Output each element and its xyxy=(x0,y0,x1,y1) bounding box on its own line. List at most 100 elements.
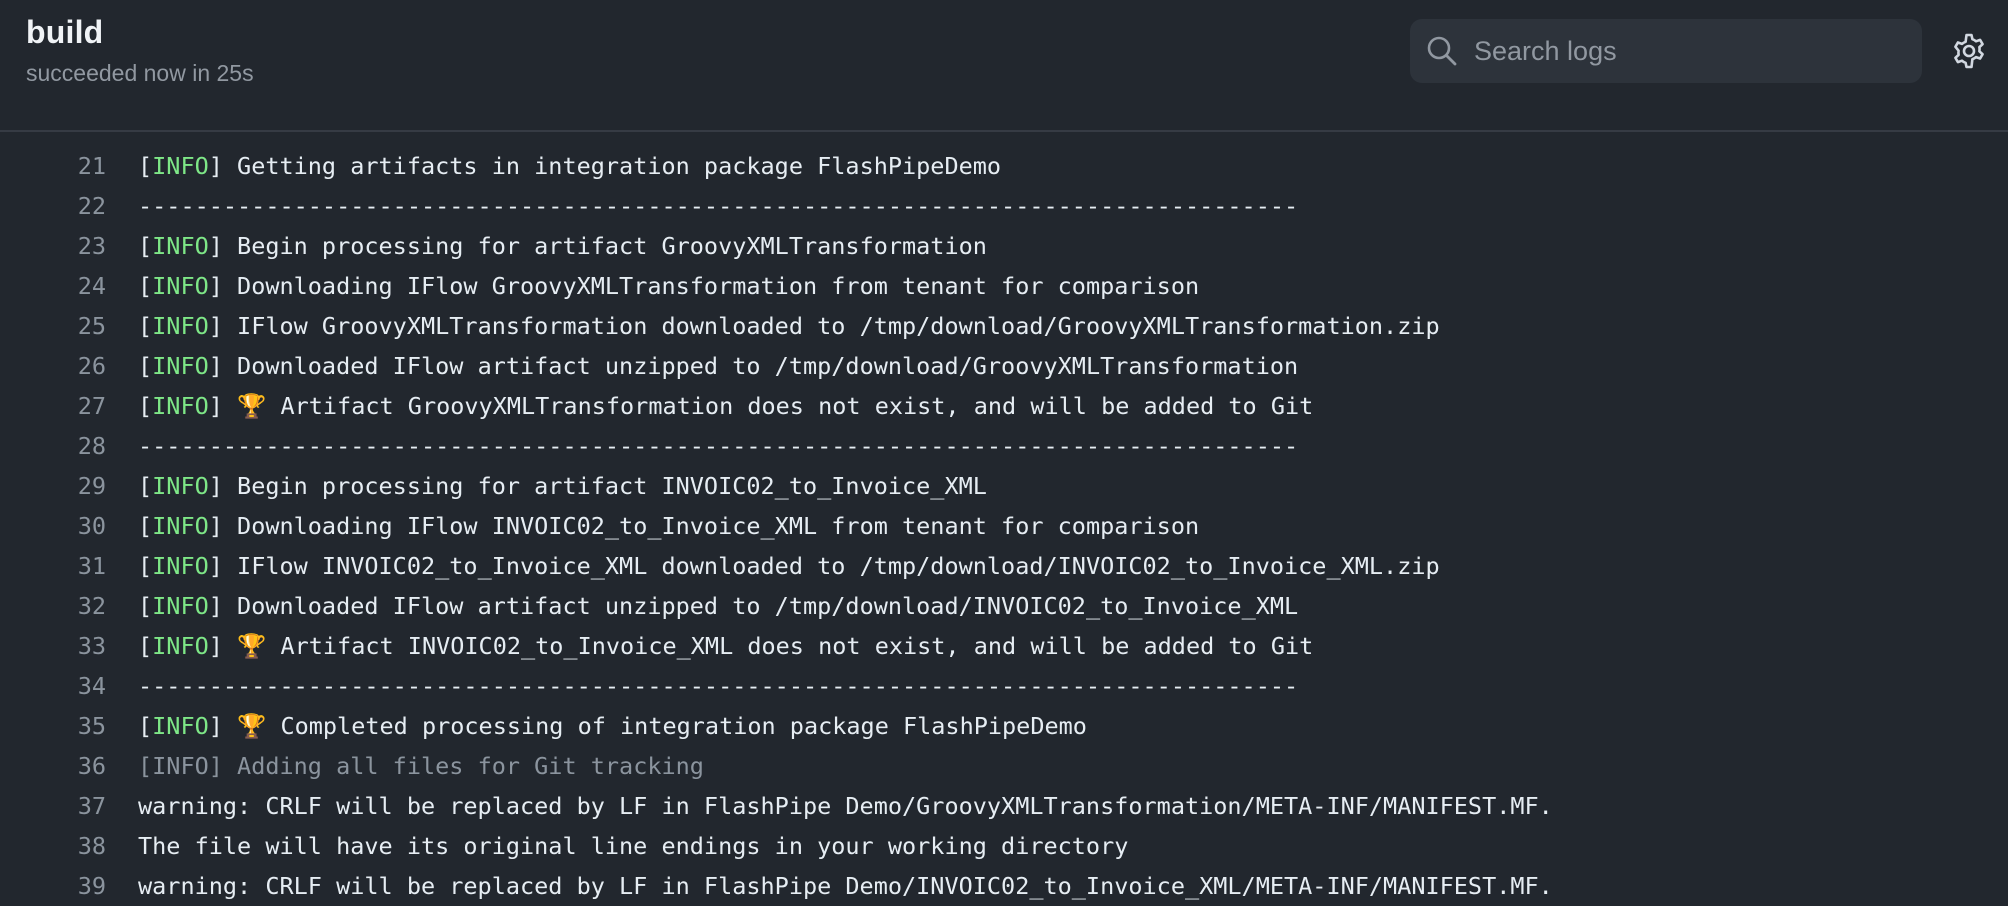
info-tag: INFO xyxy=(152,272,209,300)
log-text: [INFO] 🏆 Artifact INVOIC02_to_Invoice_XM… xyxy=(138,632,1314,660)
log-text: ----------------------------------------… xyxy=(138,666,1298,706)
log-line: 28 --------------------------------------… xyxy=(0,426,2008,466)
log-text: ----------------------------------------… xyxy=(138,186,1298,226)
log-output: 21 [INFO] Getting artifacts in integratio… xyxy=(0,146,2008,906)
line-number[interactable]: 36 xyxy=(40,746,106,786)
info-tag: INFO xyxy=(152,152,209,180)
log-message: Artifact GroovyXMLTransformation does no… xyxy=(280,392,1314,420)
settings-button[interactable] xyxy=(1950,32,1988,70)
trophy-icon: 🏆 xyxy=(237,632,267,660)
log-message: Getting artifacts in integration package… xyxy=(237,152,1002,180)
log-text: [INFO] Begin processing for artifact Gro… xyxy=(138,232,987,260)
log-message: Downloading IFlow GroovyXMLTransformatio… xyxy=(237,272,1200,300)
line-number[interactable]: 29 xyxy=(40,466,106,506)
log-text: The file will have its original line end… xyxy=(138,826,1128,866)
job-status: succeeded now in 25s xyxy=(26,60,254,86)
log-line: 29 [INFO] Begin processing for artifact I… xyxy=(0,466,2008,506)
log-line: 30 [INFO] Downloading IFlow INVOIC02_to_I… xyxy=(0,506,2008,546)
info-tag: INFO xyxy=(152,512,209,540)
search-box[interactable] xyxy=(1410,19,1922,83)
log-line: 22 --------------------------------------… xyxy=(0,186,2008,226)
line-number[interactable]: 37 xyxy=(40,786,106,826)
line-number[interactable]: 31 xyxy=(40,546,106,586)
gear-icon xyxy=(1950,33,1988,74)
search-input[interactable] xyxy=(1474,19,1904,83)
search-icon xyxy=(1426,35,1458,67)
log-text: warning: CRLF will be replaced by LF in … xyxy=(138,786,1553,826)
line-number[interactable]: 21 xyxy=(40,146,106,186)
line-number[interactable]: 28 xyxy=(40,426,106,466)
log-message: Downloaded IFlow artifact unzipped to /t… xyxy=(237,352,1299,380)
log-text: [INFO] Downloading IFlow INVOIC02_to_Inv… xyxy=(138,512,1200,540)
log-line: 37 warning: CRLF will be replaced by LF i… xyxy=(0,786,2008,826)
line-number[interactable]: 22 xyxy=(40,186,106,226)
info-tag: INFO xyxy=(152,472,209,500)
line-number[interactable]: 32 xyxy=(40,586,106,626)
log-message: Begin processing for artifact INVOIC02_t… xyxy=(237,472,987,500)
log-text: [INFO] Downloaded IFlow artifact unzippe… xyxy=(138,592,1299,620)
log-text: [INFO] IFlow GroovyXMLTransformation dow… xyxy=(138,312,1440,340)
log-message: IFlow INVOIC02_to_Invoice_XML downloaded… xyxy=(237,552,1440,580)
log-line: 33 [INFO] 🏆 Artifact INVOIC02_to_Invoice_… xyxy=(0,626,2008,666)
line-number[interactable]: 33 xyxy=(40,626,106,666)
log-line: 38 The file will have its original line e… xyxy=(0,826,2008,866)
log-message: Artifact INVOIC02_to_Invoice_XML does no… xyxy=(280,632,1314,660)
trophy-icon: 🏆 xyxy=(237,712,267,740)
log-message: Adding all files for Git tracking xyxy=(237,752,704,780)
info-tag: INFO xyxy=(152,232,209,260)
log-message: Completed processing of integration pack… xyxy=(280,712,1087,740)
info-tag: INFO xyxy=(152,392,209,420)
log-message: ----------------------------------------… xyxy=(138,192,1299,220)
log-line: 21 [INFO] Getting artifacts in integratio… xyxy=(0,146,2008,186)
log-message: The file will have its original line end… xyxy=(138,832,1129,860)
line-number[interactable]: 25 xyxy=(40,306,106,346)
log-text: [INFO] IFlow INVOIC02_to_Invoice_XML dow… xyxy=(138,552,1440,580)
log-text: warning: CRLF will be replaced by LF in … xyxy=(138,866,1553,906)
log-text: [INFO] Adding all files for Git tracking xyxy=(138,752,704,780)
log-message: IFlow GroovyXMLTransformation downloaded… xyxy=(237,312,1440,340)
log-message: ----------------------------------------… xyxy=(138,432,1299,460)
log-message: warning: CRLF will be replaced by LF in … xyxy=(138,872,1553,900)
log-line: 34 --------------------------------------… xyxy=(0,666,2008,706)
line-number[interactable]: 23 xyxy=(40,226,106,266)
log-line: 32 [INFO] Downloaded IFlow artifact unzip… xyxy=(0,586,2008,626)
log-line: 39 warning: CRLF will be replaced by LF i… xyxy=(0,866,2008,906)
log-message: warning: CRLF will be replaced by LF in … xyxy=(138,792,1553,820)
log-message: ----------------------------------------… xyxy=(138,672,1299,700)
log-message: Downloading IFlow INVOIC02_to_Invoice_XM… xyxy=(237,512,1200,540)
line-number[interactable]: 24 xyxy=(40,266,106,306)
line-number[interactable]: 38 xyxy=(40,826,106,866)
job-header: build succeeded now in 25s xyxy=(0,0,2008,132)
log-text: [INFO] Downloaded IFlow artifact unzippe… xyxy=(138,352,1299,380)
trophy-icon: 🏆 xyxy=(237,392,267,420)
info-tag: INFO xyxy=(152,352,209,380)
log-line: 25 [INFO] IFlow GroovyXMLTransformation d… xyxy=(0,306,2008,346)
line-number[interactable]: 30 xyxy=(40,506,106,546)
line-number[interactable]: 27 xyxy=(40,386,106,426)
line-number[interactable]: 39 xyxy=(40,866,106,906)
log-message: Downloaded IFlow artifact unzipped to /t… xyxy=(237,592,1299,620)
log-text: ----------------------------------------… xyxy=(138,426,1298,466)
log-message: Begin processing for artifact GroovyXMLT… xyxy=(237,232,987,260)
log-line: 23 [INFO] Begin processing for artifact G… xyxy=(0,226,2008,266)
log-line: 31 [INFO] IFlow INVOIC02_to_Invoice_XML d… xyxy=(0,546,2008,586)
line-number[interactable]: 35 xyxy=(40,706,106,746)
info-tag: INFO xyxy=(152,592,209,620)
log-text: [INFO] Downloading IFlow GroovyXMLTransf… xyxy=(138,272,1200,300)
log-line: 27 [INFO] 🏆 Artifact GroovyXMLTransformat… xyxy=(0,386,2008,426)
log-line: 36 [INFO] Adding all files for Git tracki… xyxy=(0,746,2008,786)
info-tag: INFO xyxy=(152,712,209,740)
info-tag: INFO xyxy=(152,552,209,580)
info-tag: INFO xyxy=(152,752,209,780)
log-text: [INFO] Begin processing for artifact INV… xyxy=(138,472,987,500)
log-line: 26 [INFO] Downloaded IFlow artifact unzip… xyxy=(0,346,2008,386)
info-tag: INFO xyxy=(152,312,209,340)
log-text: [INFO] 🏆 Completed processing of integra… xyxy=(138,712,1087,740)
job-title: build xyxy=(26,14,104,50)
line-number[interactable]: 34 xyxy=(40,666,106,706)
log-line: 24 [INFO] Downloading IFlow GroovyXMLTran… xyxy=(0,266,2008,306)
info-tag: INFO xyxy=(152,632,209,660)
log-text: [INFO] 🏆 Artifact GroovyXMLTransformatio… xyxy=(138,392,1314,420)
log-text: [INFO] Getting artifacts in integration … xyxy=(138,152,1002,180)
line-number[interactable]: 26 xyxy=(40,346,106,386)
